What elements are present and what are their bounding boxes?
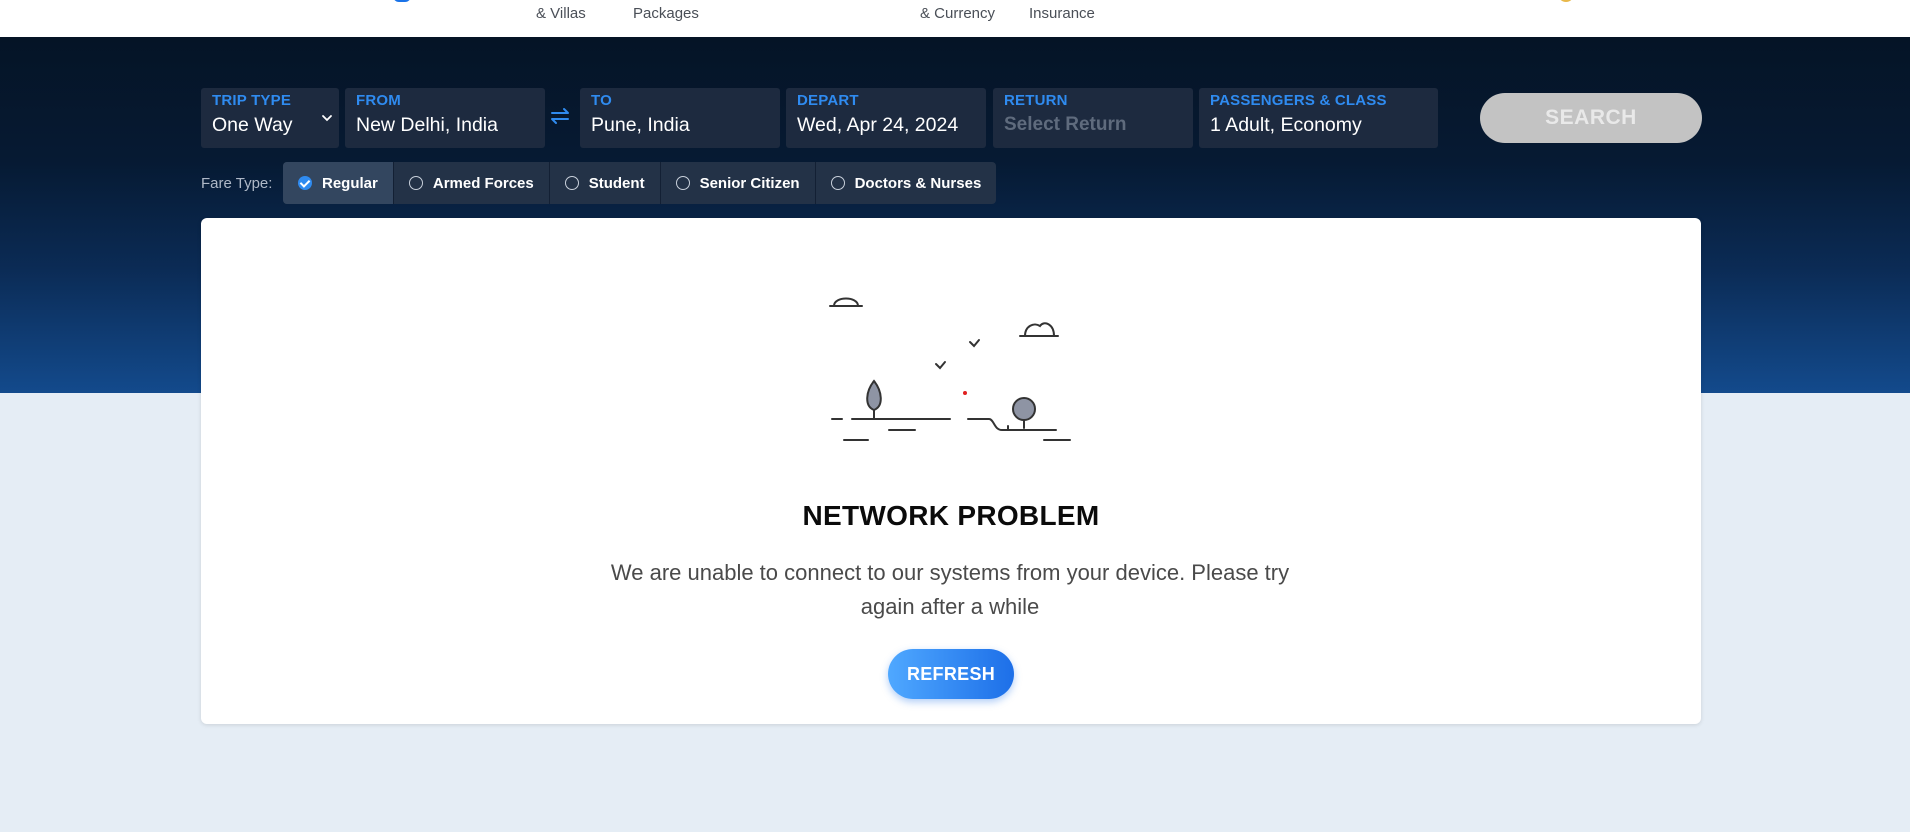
fare-option-senior-citizen[interactable]: Senior Citizen (661, 162, 816, 204)
top-nav: & Villas Packages & Currency Insurance (0, 0, 1910, 37)
radio-icon (564, 176, 579, 190)
nav-item-villas[interactable]: & Villas (536, 6, 586, 21)
fare-option-armed-forces[interactable]: Armed Forces (394, 162, 550, 204)
nav-item-packages[interactable]: Packages (633, 6, 699, 21)
fare-option-label: Student (588, 174, 645, 192)
return-date-field[interactable]: RETURN Select Return (993, 88, 1193, 148)
fare-type-group: Regular Armed Forces Student Senior Citi… (283, 162, 997, 204)
swap-arrows-icon[interactable] (549, 103, 571, 129)
error-title: NETWORK PROBLEM (802, 500, 1100, 531)
radio-icon (830, 176, 845, 190)
nav-item-insurance[interactable]: Insurance (1029, 6, 1095, 21)
fare-type-label: Fare Type: (201, 175, 273, 192)
trip-type-value: One Way (212, 114, 293, 136)
nav-item-currency[interactable]: & Currency (920, 6, 995, 21)
trip-type-label: TRIP TYPE (212, 92, 292, 109)
fare-option-label: Regular (322, 174, 378, 192)
fare-option-regular[interactable]: Regular (283, 162, 394, 204)
chevron-down-icon (322, 115, 332, 122)
passengers-class-field[interactable]: PASSENGERS & CLASS 1 Adult, Economy (1199, 88, 1438, 148)
radio-icon (675, 176, 690, 190)
trip-type-select[interactable]: TRIP TYPE One Way (201, 88, 339, 148)
passengers-value: 1 Adult, Economy (1210, 114, 1362, 136)
fare-option-doctors-nurses[interactable]: Doctors & Nurses (816, 162, 997, 204)
passengers-label: PASSENGERS & CLASS (1210, 92, 1387, 109)
search-button[interactable]: SEARCH (1480, 93, 1702, 143)
error-message: We are unable to connect to our systems … (610, 560, 1290, 619)
refresh-button[interactable]: REFRESH (888, 649, 1014, 699)
return-placeholder: Select Return (1004, 114, 1127, 135)
to-label: TO (591, 92, 612, 109)
fare-option-student[interactable]: Student (550, 162, 661, 204)
fare-option-label: Armed Forces (432, 174, 534, 192)
to-value: Pune, India (591, 114, 690, 136)
from-value: New Delhi, India (356, 114, 498, 136)
active-nav-indicator (393, 0, 411, 2)
to-field[interactable]: TO Pune, India (580, 88, 780, 148)
from-label: FROM (356, 92, 401, 109)
depart-value: Wed, Apr 24, 2024 (797, 114, 959, 136)
network-problem-landscape-icon (829, 297, 1071, 441)
account-icon[interactable] (1558, 0, 1574, 2)
radio-icon (408, 176, 423, 190)
fare-option-label: Senior Citizen (699, 174, 800, 192)
depart-date-field[interactable]: DEPART Wed, Apr 24, 2024 (786, 88, 986, 148)
fare-option-label: Doctors & Nurses (854, 174, 982, 192)
from-field[interactable]: FROM New Delhi, India (345, 88, 545, 148)
return-label: RETURN (1004, 92, 1068, 109)
radio-checked-icon (298, 176, 312, 190)
depart-label: DEPART (797, 92, 859, 109)
